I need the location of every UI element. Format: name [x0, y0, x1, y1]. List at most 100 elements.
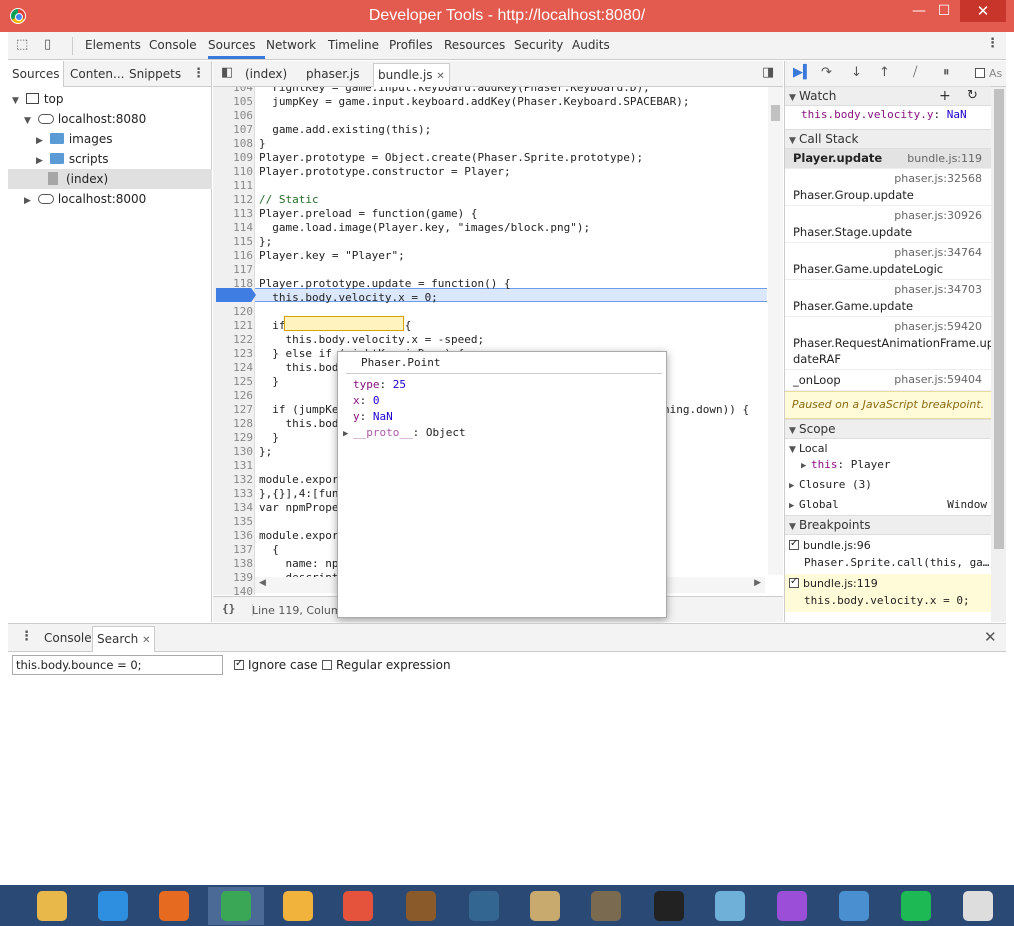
pause-on-exceptions-icon[interactable]: ⏸: [943, 65, 950, 80]
line-number[interactable]: 130: [213, 445, 253, 459]
line-number[interactable]: 109: [213, 151, 253, 165]
tree-item-index[interactable]: (index): [8, 169, 212, 189]
line-number[interactable]: 122: [213, 333, 253, 347]
toggle-debugger-icon[interactable]: ◨: [762, 65, 774, 80]
pretty-print-icon[interactable]: {}: [222, 602, 235, 615]
line-gutter[interactable]: 104 105 106 107 108 109 110 111 112 113 114 115 116 1…: [213, 87, 255, 595]
line-number[interactable]: 117: [213, 263, 253, 277]
line-number[interactable]: 112: [213, 193, 253, 207]
close-window-button[interactable]: ✕: [960, 0, 1006, 22]
watch-header[interactable]: ▼ Watch + ↻: [785, 86, 991, 106]
add-watch-icon[interactable]: +: [939, 87, 951, 105]
tab-security[interactable]: Security: [514, 38, 563, 52]
line-number[interactable]: 132: [213, 473, 253, 487]
breakpoint-checkbox[interactable]: [789, 538, 799, 550]
checkbox[interactable]: [975, 68, 985, 78]
file-explorer-icon[interactable]: [24, 887, 80, 925]
breakpoint-item-active[interactable]: bundle.js:119 this.body.velocity.x = 0;: [785, 574, 991, 612]
line-number[interactable]: 120: [213, 305, 253, 319]
line-number[interactable]: 111: [213, 179, 253, 193]
search-input[interactable]: [12, 655, 223, 675]
hearthstone-icon[interactable]: [393, 887, 449, 925]
scroll-right-icon[interactable]: ▶: [754, 578, 761, 588]
editor-vertical-scrollbar[interactable]: [768, 87, 783, 575]
device-mode-icon[interactable]: ▯: [44, 37, 51, 52]
line-number[interactable]: 129: [213, 431, 253, 445]
close-drawer-icon[interactable]: ✕: [984, 628, 997, 646]
unity-icon[interactable]: [950, 887, 1006, 925]
league-of-legends-icon[interactable]: [517, 887, 573, 925]
spotify-icon[interactable]: [888, 887, 944, 925]
more-options-icon[interactable]: ⋮: [986, 36, 999, 51]
line-number[interactable]: 114: [213, 221, 253, 235]
regex-checkbox[interactable]: [322, 660, 332, 670]
navigator-menu-icon[interactable]: ⋮: [192, 66, 205, 81]
firefox-icon[interactable]: [146, 887, 202, 925]
regex-option[interactable]: Regular expression: [322, 658, 451, 672]
line-number[interactable]: 139: [213, 571, 253, 585]
breakpoint-item[interactable]: bundle.js:96 Phaser.Sprite.call(this, ga…: [785, 536, 991, 574]
line-number[interactable]: 125: [213, 375, 253, 389]
breakpoints-header[interactable]: ▼ Breakpoints: [785, 515, 991, 535]
frame-location[interactable]: phaser.js:34703: [894, 283, 982, 296]
line-number[interactable]: 116: [213, 249, 253, 263]
line-number[interactable]: 113: [213, 207, 253, 221]
tree-item-scripts[interactable]: ▶ scripts: [8, 149, 212, 169]
drawer-tab-search[interactable]: Search ✕: [92, 626, 156, 652]
frame-location[interactable]: phaser.js:30926: [894, 209, 982, 222]
line-number[interactable]: 128: [213, 417, 253, 431]
deactivate-breakpoints-icon[interactable]: ⧸: [913, 65, 917, 80]
line-number[interactable]: 121: [213, 319, 253, 333]
call-frame[interactable]: Phaser.RequestAnimationFrame.up dateRAF ph…: [785, 317, 994, 370]
line-number[interactable]: 131: [213, 459, 253, 473]
tab-timeline[interactable]: Timeline: [328, 38, 379, 52]
scope-closure[interactable]: ▶ Closure (3): [789, 478, 872, 491]
ignore-case-checkbox[interactable]: [234, 658, 244, 670]
async-checkbox[interactable]: As: [975, 67, 1002, 80]
line-number[interactable]: 107: [213, 123, 253, 137]
tab-network[interactable]: Network: [266, 38, 316, 52]
breakpoint-checkbox[interactable]: [789, 576, 799, 588]
drawer-menu-icon[interactable]: ⋮: [20, 629, 33, 644]
line-number[interactable]: 133: [213, 487, 253, 501]
tab-content-scripts[interactable]: Conten...: [70, 67, 124, 81]
scope-header[interactable]: ▼ Scope: [785, 419, 991, 439]
call-frame[interactable]: Phaser.Stage.update phaser.js:30926: [785, 206, 991, 243]
internet-explorer-icon[interactable]: [85, 887, 141, 925]
call-frame[interactable]: Player.update bundle.js:119: [785, 149, 991, 169]
line-number[interactable]: 140: [213, 585, 253, 595]
breakpoint-marker[interactable]: [216, 288, 256, 302]
scope-this[interactable]: ▶ this: Player: [801, 458, 891, 471]
chrome-canary-icon[interactable]: [270, 887, 326, 925]
line-number[interactable]: 124: [213, 361, 253, 375]
line-number[interactable]: 135: [213, 515, 253, 529]
scope-global[interactable]: ▶ Global Window: [789, 498, 987, 511]
frame-location[interactable]: phaser.js:59404: [894, 373, 982, 386]
scroll-thumb[interactable]: [994, 89, 1004, 549]
tree-item-top[interactable]: ▼ top: [8, 89, 212, 109]
line-number[interactable]: 127: [213, 403, 253, 417]
step-over-icon[interactable]: ↷: [821, 65, 832, 80]
frame-location[interactable]: bundle.js:119: [907, 152, 982, 165]
breakpoint-file[interactable]: bundle.js:119: [789, 576, 878, 590]
frame-location[interactable]: phaser.js:34764: [894, 246, 982, 259]
step-into-icon[interactable]: ↓: [851, 65, 862, 80]
maximize-button[interactable]: ☐: [930, 0, 958, 22]
call-stack-header[interactable]: ▼ Call Stack: [785, 129, 991, 149]
ignore-case-option[interactable]: Ignore case: [234, 658, 318, 672]
editor-tab-index[interactable]: (index): [245, 67, 287, 81]
tab-sources-nav[interactable]: Sources: [8, 61, 65, 87]
line-number[interactable]: 136: [213, 529, 253, 543]
watch-expression[interactable]: this.body.velocity.y: NaN: [801, 108, 967, 121]
editor-tab-phaser[interactable]: phaser.js: [306, 67, 359, 81]
chrome-icon[interactable]: [208, 887, 264, 925]
line-number[interactable]: 123: [213, 347, 253, 361]
tab-sources[interactable]: Sources: [208, 38, 255, 52]
gimp-icon[interactable]: [578, 887, 634, 925]
step-out-icon[interactable]: ↑: [879, 65, 890, 80]
line-number[interactable]: 108: [213, 137, 253, 151]
frame-location[interactable]: phaser.js:59420: [894, 320, 982, 333]
tree-item-localhost-8000[interactable]: ▶ localhost:8000: [8, 189, 212, 209]
line-number[interactable]: 126: [213, 389, 253, 403]
close-tab-icon[interactable]: ✕: [142, 635, 150, 646]
